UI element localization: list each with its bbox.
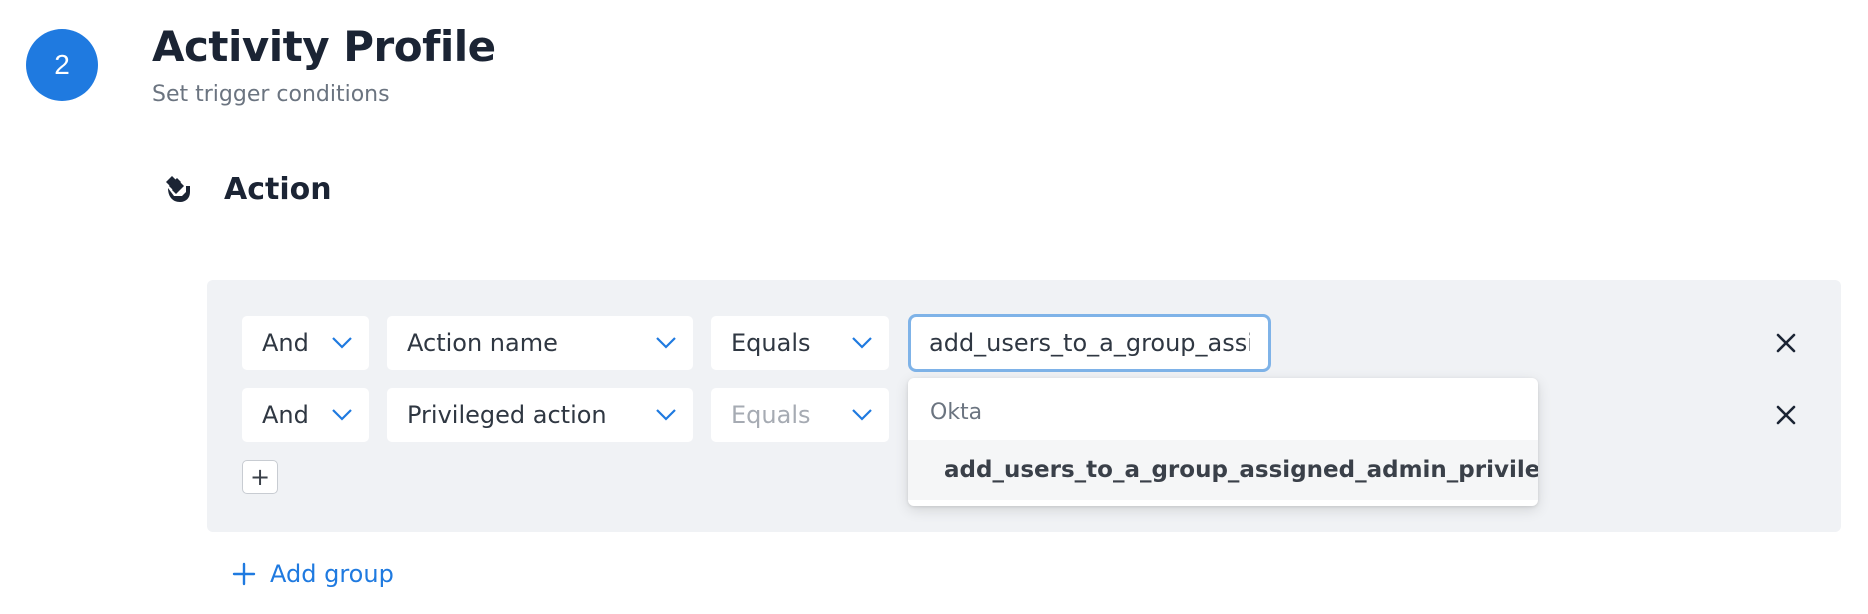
row2-field-select[interactable]: Privileged action	[387, 388, 693, 442]
row2-remove-button[interactable]	[1770, 399, 1802, 431]
row2-operator-label: Equals	[731, 401, 811, 429]
plus-icon	[232, 562, 256, 586]
close-icon	[1776, 405, 1796, 425]
row1-operator-select[interactable]: Equals	[711, 316, 889, 370]
row1-operator-label: Equals	[731, 329, 811, 357]
chevron-down-icon	[332, 409, 352, 421]
row2-operator-select[interactable]: Equals	[711, 388, 889, 442]
step-number-badge: 2	[26, 29, 98, 101]
activity-profile-page: 2 Activity Profile Set trigger condition…	[0, 0, 1868, 614]
row1-value-input[interactable]	[908, 314, 1271, 372]
add-group-button[interactable]: Add group	[232, 560, 394, 588]
add-row-button[interactable]: +	[242, 460, 278, 494]
add-group-label: Add group	[270, 560, 394, 588]
row1-remove-button[interactable]	[1770, 327, 1802, 359]
dropdown-group-label: Okta	[930, 400, 983, 425]
row2-connector-select[interactable]: And	[242, 388, 369, 442]
chevron-down-icon	[852, 337, 872, 349]
close-icon	[1776, 333, 1796, 353]
hand-icon	[166, 176, 190, 202]
row1-connector-label: And	[262, 329, 309, 357]
step-number: 2	[54, 49, 70, 80]
row1-field-label: Action name	[407, 329, 558, 357]
chevron-down-icon	[332, 337, 352, 349]
row1-connector-select[interactable]: And	[242, 316, 369, 370]
value-suggestions-dropdown: Okta add_users_to_a_group_assigned_admin…	[908, 378, 1538, 506]
step-subtitle: Set trigger conditions	[152, 82, 390, 107]
chevron-down-icon	[852, 409, 872, 421]
plus-icon: +	[249, 463, 271, 491]
dropdown-option-label: add_users_to_a_group_assigned_admin_priv…	[944, 457, 1538, 483]
chevron-down-icon	[656, 409, 676, 421]
step-title: Activity Profile	[152, 22, 496, 71]
row1-field-select[interactable]: Action name	[387, 316, 693, 370]
chevron-down-icon	[656, 337, 676, 349]
row2-connector-label: And	[262, 401, 309, 429]
dropdown-option[interactable]: add_users_to_a_group_assigned_admin_priv…	[908, 440, 1538, 500]
section-title: Action	[224, 172, 332, 207]
row2-field-label: Privileged action	[407, 401, 607, 429]
